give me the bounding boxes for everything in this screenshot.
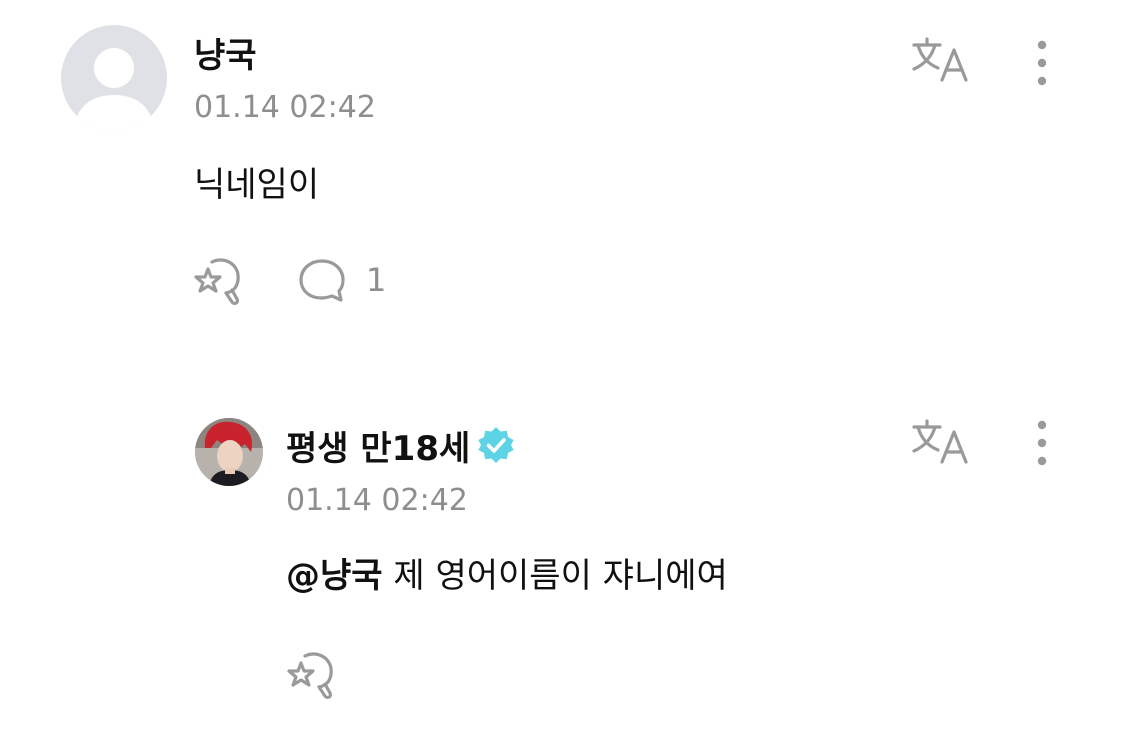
more-vertical-icon: [1037, 40, 1047, 86]
reply-timestamp: 01.14 02:42: [286, 483, 468, 518]
reply-text: 제 영어이름이 쟈니에여: [382, 556, 728, 596]
reply-count[interactable]: 1: [366, 261, 386, 299]
verified-badge-icon: [476, 425, 516, 465]
translate-button[interactable]: [910, 418, 974, 468]
reply-item: 평생 만18세 01.14 02:42 @냥국 제 영어이름이 쟈니에여: [0, 380, 1125, 737]
username-text[interactable]: 냥국: [194, 28, 257, 77]
comment-body: 닉네임이: [194, 165, 320, 205]
speech-bubble-icon: [299, 259, 345, 302]
mention-link[interactable]: @냥국: [286, 556, 383, 596]
reply-body: @냥국 제 영어이름이 쟈니에여: [286, 548, 728, 597]
comment-username[interactable]: 냥국: [194, 28, 257, 77]
profile-photo-image: [195, 418, 263, 486]
reply-username[interactable]: 평생 만18세: [286, 421, 516, 470]
more-options-button[interactable]: [1024, 418, 1060, 468]
react-button[interactable]: [285, 650, 341, 702]
reply-button[interactable]: [296, 256, 348, 306]
username-text[interactable]: 평생 만18세: [286, 421, 470, 470]
profile-photo[interactable]: [195, 418, 263, 486]
sticker-react-icon: [194, 258, 240, 306]
translate-button[interactable]: [910, 36, 974, 86]
default-avatar[interactable]: [61, 25, 167, 131]
react-button[interactable]: [192, 256, 248, 308]
more-options-button[interactable]: [1024, 38, 1060, 88]
comment-item: 냥국 01.14 02:42 닉네임이 1: [0, 0, 1125, 340]
comment-timestamp: 01.14 02:42: [194, 90, 376, 125]
person-silhouette-icon: [73, 48, 155, 131]
more-vertical-icon: [1037, 420, 1047, 466]
sticker-react-icon: [287, 652, 333, 700]
translate-icon: [912, 419, 968, 464]
translate-icon: [912, 37, 968, 82]
